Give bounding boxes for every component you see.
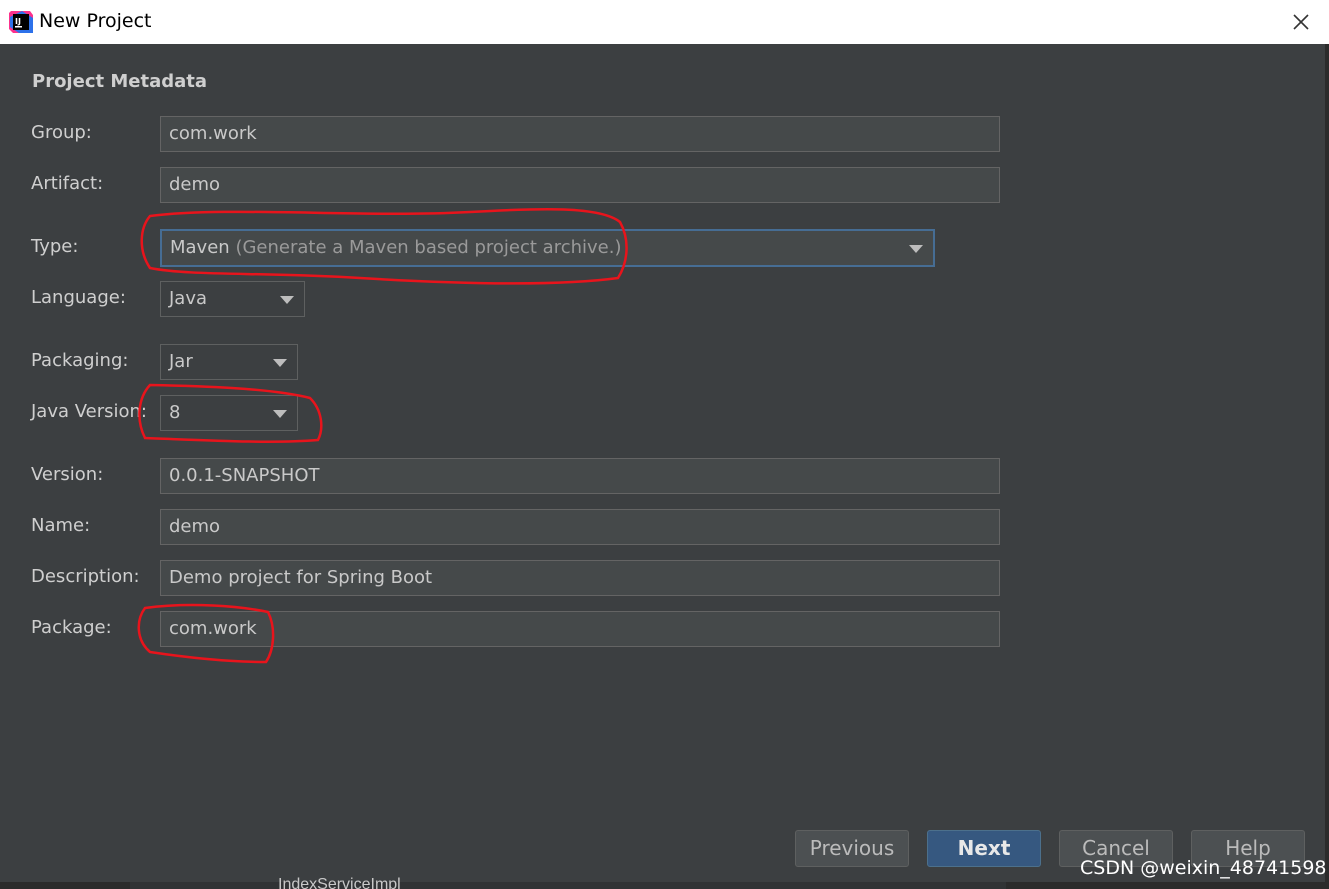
intellij-idea-icon: IJ: [9, 11, 33, 33]
java-version-label: Java Version:: [31, 401, 147, 422]
close-icon[interactable]: [1284, 6, 1318, 38]
java-version-dropdown[interactable]: 8: [160, 395, 298, 431]
version-value: 0.0.1-SNAPSHOT: [169, 465, 320, 486]
background-editor-edge: [1325, 44, 1329, 889]
window-title: New Project: [39, 10, 152, 32]
previous-button[interactable]: Previous: [795, 830, 909, 867]
background-editor-edge: [0, 882, 1325, 889]
chevron-down-icon: [273, 410, 287, 418]
package-field[interactable]: com.work: [160, 611, 1000, 647]
chevron-down-icon: [280, 296, 294, 304]
artifact-field[interactable]: demo: [160, 167, 1000, 203]
window-titlebar: IJ New Project: [0, 0, 1329, 44]
svg-text:IJ: IJ: [15, 17, 21, 26]
java-version-value: 8: [169, 402, 181, 423]
next-button[interactable]: Next: [927, 830, 1041, 867]
language-dropdown[interactable]: Java: [160, 281, 305, 317]
type-dropdown[interactable]: Maven (Generate a Maven based project ar…: [160, 229, 935, 267]
group-label: Group:: [31, 122, 92, 143]
artifact-label: Artifact:: [31, 173, 104, 194]
artifact-value: demo: [169, 174, 221, 195]
description-label: Description:: [31, 566, 140, 587]
description-field[interactable]: Demo project for Spring Boot: [160, 560, 1000, 596]
section-title: Project Metadata: [32, 71, 208, 92]
description-value: Demo project for Spring Boot: [169, 567, 433, 588]
group-field[interactable]: com.work: [160, 116, 1000, 152]
packaging-label: Packaging:: [31, 350, 129, 371]
watermark: CSDN @weixin_48741598: [1080, 857, 1327, 879]
name-label: Name:: [31, 515, 91, 536]
group-value: com.work: [169, 123, 257, 144]
language-value: Java: [169, 288, 208, 309]
package-label: Package:: [31, 617, 112, 638]
packaging-value: Jar: [169, 351, 193, 372]
background-editor-tab: IndexServiceImpl: [278, 876, 401, 889]
type-hint: (Generate a Maven based project archive.…: [235, 237, 622, 258]
type-value: Maven: [170, 237, 230, 258]
name-value: demo: [169, 516, 221, 537]
version-label: Version:: [31, 464, 104, 485]
chevron-down-icon: [273, 359, 287, 367]
language-label: Language:: [31, 287, 126, 308]
type-label: Type:: [31, 236, 79, 257]
package-value: com.work: [169, 618, 257, 639]
version-field[interactable]: 0.0.1-SNAPSHOT: [160, 458, 1000, 494]
chevron-down-icon: [909, 245, 923, 253]
name-field[interactable]: demo: [160, 509, 1000, 545]
packaging-dropdown[interactable]: Jar: [160, 344, 298, 380]
